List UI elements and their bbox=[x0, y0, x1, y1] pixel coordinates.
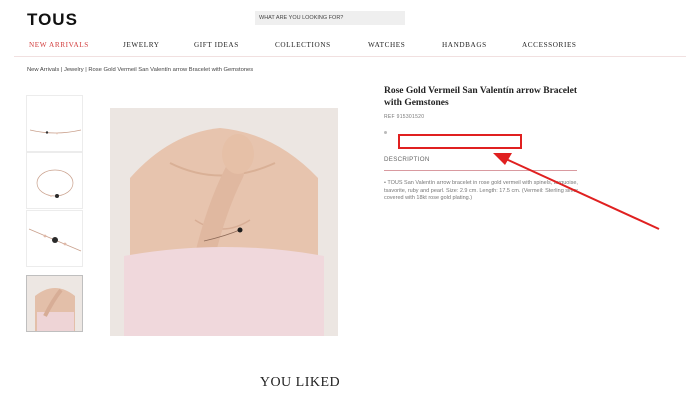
search-input[interactable] bbox=[259, 15, 405, 21]
annotation-highlight-box bbox=[398, 134, 522, 149]
model-thumbnail-image bbox=[27, 276, 82, 331]
ref-value: 915301520 bbox=[396, 114, 425, 120]
you-liked-heading: YOU LIKED bbox=[259, 375, 341, 390]
ref-label: REF bbox=[384, 114, 395, 120]
nav-item-jewelry[interactable]: JEWELRY bbox=[123, 41, 160, 49]
tab-description[interactable]: DESCRIPTION bbox=[384, 156, 430, 163]
tous-logo[interactable]: TOUS bbox=[27, 10, 78, 30]
annotation-arrow bbox=[493, 153, 660, 230]
bracelet-loop-image bbox=[36, 169, 74, 198]
nav-divider bbox=[14, 56, 686, 57]
product-title: Rose Gold Vermeil San Valentín arrow Bra… bbox=[384, 86, 577, 108]
model-wearing-bracelet-image bbox=[110, 108, 338, 336]
main-product-image[interactable] bbox=[110, 108, 338, 336]
search-bar[interactable] bbox=[255, 11, 405, 25]
thumbnail-bracelet-flat[interactable] bbox=[26, 95, 83, 152]
thumbnail-bracelet-detail[interactable] bbox=[26, 210, 83, 267]
description-divider bbox=[384, 170, 577, 171]
product-description: • TOUS San Valentín arrow bracelet in ro… bbox=[384, 180, 579, 202]
nav-item-accessories[interactable]: ACCESSORIES bbox=[522, 41, 577, 49]
nav-item-watches[interactable]: WATCHES bbox=[368, 41, 405, 49]
product-reference: REF 915301520 bbox=[384, 114, 424, 120]
breadcrumb[interactable]: New Arrivals | Jewelry | Rose Gold Verme… bbox=[27, 67, 253, 73]
bracelet-detail-image bbox=[28, 228, 82, 252]
nav-item-new-arrivals[interactable]: NEW ARRIVALS bbox=[29, 41, 89, 49]
bracelet-flat-image bbox=[29, 129, 82, 135]
nav-item-handbags[interactable]: HANDBAGS bbox=[442, 41, 487, 49]
color-swatch[interactable] bbox=[384, 131, 387, 134]
nav-item-gift-ideas[interactable]: GIFT IDEAS bbox=[194, 41, 239, 49]
thumbnail-bracelet-loop[interactable] bbox=[26, 152, 83, 209]
main-nav: NEW ARRIVALS JEWELRY GIFT IDEAS COLLECTI… bbox=[0, 41, 700, 51]
thumbnail-model[interactable] bbox=[26, 275, 83, 332]
nav-item-collections[interactable]: COLLECTIONS bbox=[275, 41, 331, 49]
